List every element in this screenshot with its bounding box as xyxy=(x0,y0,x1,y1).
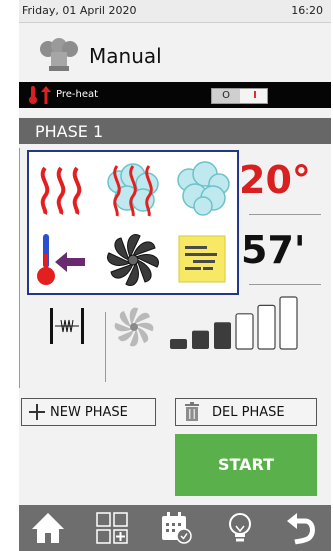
chef-hat-icon xyxy=(39,38,79,76)
fan-speed-bars[interactable] xyxy=(169,294,309,354)
calendar-icon[interactable] xyxy=(159,511,193,545)
divider xyxy=(19,148,20,388)
divider xyxy=(249,214,321,215)
notes-icon[interactable] xyxy=(173,230,233,290)
new-phase-button[interactable]: NEW PHASE xyxy=(21,398,156,426)
delete-phase-label: DEL PHASE xyxy=(212,405,285,420)
core-probe-icon[interactable] xyxy=(33,230,93,290)
phase-title: PHASE 1 xyxy=(35,122,104,141)
toggle-off-label: O xyxy=(212,89,240,103)
vent-icon[interactable] xyxy=(47,306,87,350)
home-icon[interactable] xyxy=(31,511,65,545)
thermometer-icon xyxy=(27,85,39,109)
dry-heat-icon[interactable] xyxy=(33,160,93,220)
fan-icon[interactable] xyxy=(103,230,163,290)
cooking-mode-popup xyxy=(27,150,239,295)
status-date: Friday, 01 April 2020 xyxy=(22,4,137,17)
mode-header: Manual xyxy=(19,30,331,76)
divider xyxy=(249,284,321,285)
speed-bar-2[interactable] xyxy=(192,330,209,349)
status-bar: Friday, 01 April 2020 16:20 xyxy=(19,0,331,23)
fan-icon[interactable] xyxy=(111,304,157,354)
bottom-navigation xyxy=(19,505,331,551)
device-screen: Friday, 01 April 2020 16:20 Manual Pre-h… xyxy=(19,0,331,551)
preheat-label: Pre-heat xyxy=(56,89,99,100)
trash-icon xyxy=(184,402,200,426)
back-icon[interactable] xyxy=(285,511,319,545)
speed-bar-3[interactable] xyxy=(214,322,231,349)
divider xyxy=(105,312,106,382)
speed-bar-4[interactable] xyxy=(235,313,254,350)
phase-bar: PHASE 1 xyxy=(19,118,331,144)
speed-bar-5[interactable] xyxy=(257,304,276,350)
new-phase-label: NEW PHASE xyxy=(50,405,128,420)
temperature-value[interactable]: 20° xyxy=(239,158,311,202)
steam-icon[interactable] xyxy=(173,160,233,220)
light-bulb-icon[interactable] xyxy=(223,511,257,545)
combi-steam-heat-icon[interactable] xyxy=(103,160,163,220)
delete-phase-button[interactable]: DEL PHASE xyxy=(175,398,317,426)
mode-title: Manual xyxy=(89,44,162,68)
start-button[interactable]: START xyxy=(175,434,317,496)
add-program-icon[interactable] xyxy=(95,511,129,545)
speed-bar-1[interactable] xyxy=(170,339,187,349)
arrow-up-icon xyxy=(41,86,51,108)
toggle-on-label: I xyxy=(253,90,257,101)
time-value[interactable]: 57' xyxy=(241,228,306,272)
speed-bar-6[interactable] xyxy=(279,296,298,350)
preheat-bar[interactable]: Pre-heat O I xyxy=(19,82,331,108)
preheat-toggle[interactable]: O I xyxy=(211,88,268,104)
plus-icon xyxy=(28,403,46,425)
status-time: 16:20 xyxy=(291,4,323,17)
